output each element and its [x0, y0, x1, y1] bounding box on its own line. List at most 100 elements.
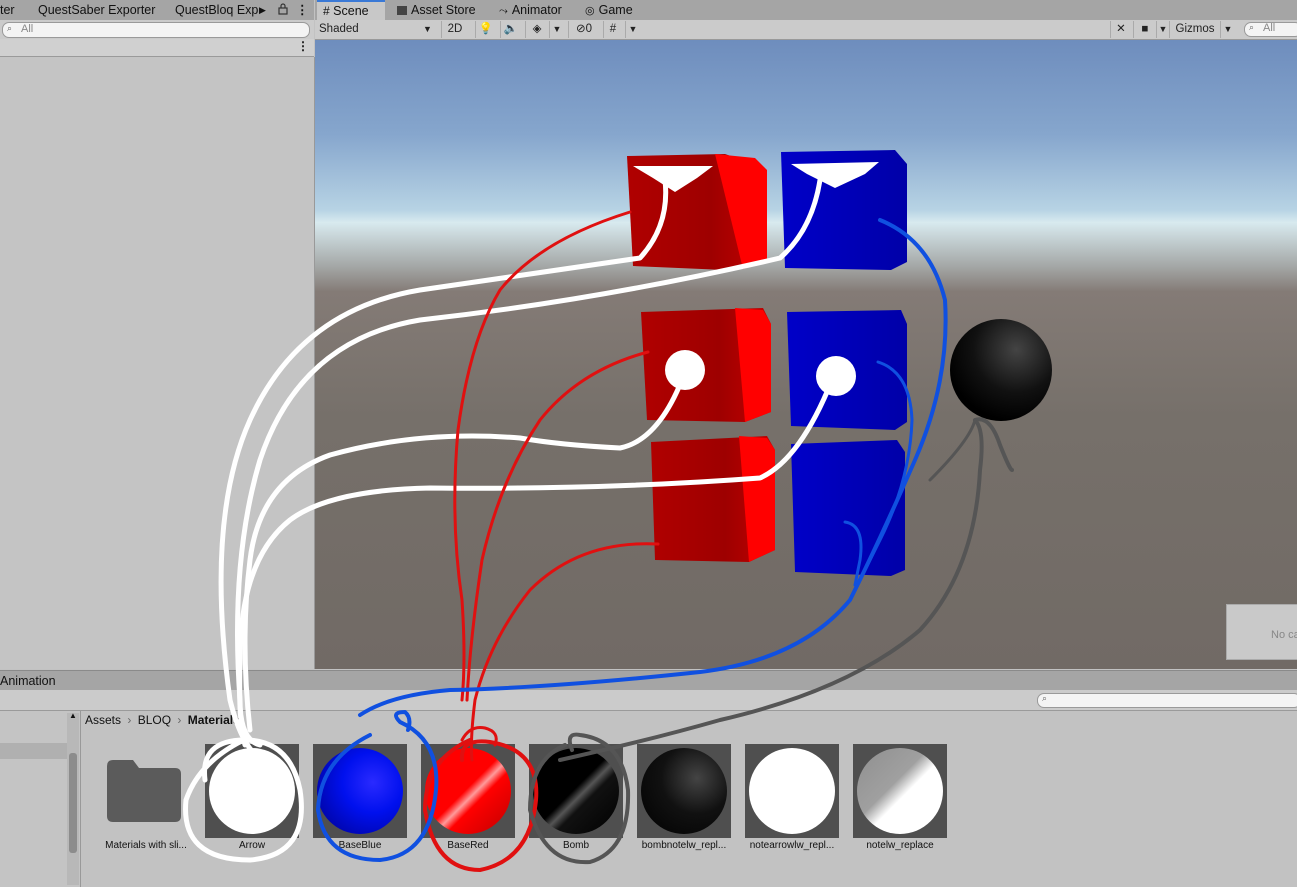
red-plain-block[interactable]: [651, 436, 775, 562]
breadcrumb-materials[interactable]: Materials: [188, 713, 240, 727]
hierarchy-panel: [0, 57, 315, 669]
red-dot-block[interactable]: [641, 308, 771, 422]
bottom-tab-bar: Animation: [0, 670, 1297, 691]
hidden-count: 0: [585, 23, 593, 35]
shading-mode-dropdown[interactable]: Shaded ▼: [315, 21, 439, 38]
material-thumbnail: [529, 744, 623, 838]
breadcrumb-bloq[interactable]: BLOQ: [138, 713, 171, 727]
asset-label: notelw_replace: [866, 840, 934, 851]
gizmos-label: Gizmos: [1175, 23, 1215, 35]
hierarchy-tab-bar: ter QuestSaber Exporter QuestBloq Exp ▶ …: [0, 0, 314, 21]
project-search-input[interactable]: ⌕: [1037, 693, 1297, 708]
blue-dot-block[interactable]: [787, 310, 907, 430]
material-preview-sphere: [209, 748, 295, 834]
grid-dropdown-icon[interactable]: ▼: [625, 21, 640, 38]
tab-asset-store[interactable]: Asset Store: [397, 0, 476, 20]
scene-visibility-toggle[interactable]: ⊘0: [568, 21, 599, 38]
lock-icon[interactable]: [278, 3, 288, 18]
folder-icon: [107, 760, 181, 822]
camera-icon[interactable]: ■: [1133, 21, 1156, 38]
tab-game-label: Game: [598, 3, 633, 17]
bomb-sphere[interactable]: [950, 319, 1052, 421]
dot-icon: [816, 356, 856, 396]
tab-animator-label: Animator: [511, 3, 562, 17]
asset-label: Materials with sli...: [105, 840, 187, 851]
red-arrow-block[interactable]: [627, 154, 767, 270]
material-thumbnail: [745, 744, 839, 838]
tab-animator[interactable]: ⤳ Animator: [499, 0, 562, 20]
tab-scene-label: Scene: [333, 4, 369, 18]
breadcrumb: Assets › BLOQ › Materials: [85, 713, 240, 729]
hidden-eye-icon: ⊘: [575, 23, 586, 35]
asset-label: BaseRed: [447, 840, 489, 851]
asset-label: Bomb: [562, 840, 590, 851]
breadcrumb-assets[interactable]: Assets: [85, 713, 121, 727]
breadcrumb-separator-icon: ›: [127, 713, 132, 727]
material-preview-sphere: [533, 748, 619, 834]
folder-tree-selected-row[interactable]: [0, 743, 67, 759]
material-preview-sphere: [857, 748, 943, 834]
tab-exporter-partial[interactable]: ter: [0, 3, 15, 17]
chevron-down-icon: ▼: [423, 24, 432, 34]
effects-icon[interactable]: ◈: [525, 21, 548, 38]
scene-viewport[interactable]: [315, 40, 1297, 669]
animator-icon: ⤳: [499, 5, 508, 17]
project-toolbar: ⌕: [0, 690, 1297, 711]
toggle-2d-button[interactable]: 2D: [441, 21, 468, 38]
material-preview-sphere: [317, 748, 403, 834]
search-placeholder: All: [21, 23, 34, 35]
tools-icon[interactable]: ✕: [1110, 21, 1131, 38]
no-camera-overlay: No ca: [1226, 604, 1297, 660]
tab-scene[interactable]: # Scene: [317, 0, 385, 20]
scene-tab-bar: # Scene Asset Store ⤳ Animator ◎ Game: [315, 0, 1297, 21]
material-thumbnail: [853, 744, 947, 838]
audio-icon[interactable]: 🔈: [500, 21, 521, 38]
scroll-up-icon[interactable]: ▲: [69, 711, 77, 720]
folder-tree-scrollbar[interactable]: ▲: [67, 711, 79, 885]
asset-label: notearrowlw_repl...: [749, 840, 835, 851]
tab-questsaber-exporter[interactable]: QuestSaber Exporter: [38, 3, 155, 17]
scene-search-placeholder: All: [1263, 22, 1276, 34]
blue-plain-block[interactable]: [791, 440, 905, 576]
gamepad-icon: ◎: [585, 5, 595, 17]
shading-mode-label: Shaded: [319, 23, 359, 35]
lighting-icon[interactable]: 💡: [475, 21, 496, 38]
material-thumbnail: [637, 744, 731, 838]
gizmos-dropdown-icon[interactable]: ▼: [1220, 21, 1235, 38]
panel-menu-icon[interactable]: ⋮: [296, 2, 309, 17]
asset-label: bombnotelw_repl...: [641, 840, 727, 851]
hierarchy-search-input[interactable]: ⌕ All: [2, 22, 310, 38]
material-thumbnail: [421, 744, 515, 838]
tab-questbloq-exporter[interactable]: QuestBloq Exp: [175, 3, 258, 17]
material-preview-sphere: [425, 748, 511, 834]
gizmos-button[interactable]: Gizmos: [1169, 21, 1220, 38]
grid-snap-icon[interactable]: #: [603, 21, 622, 38]
scene-search-input[interactable]: ⌕ All: [1244, 22, 1297, 37]
material-preview-sphere: [749, 748, 835, 834]
no-camera-text: No ca: [1271, 629, 1297, 641]
hierarchy-menu-icon[interactable]: ⋮: [297, 39, 309, 53]
material-thumbnail: [313, 744, 407, 838]
material-thumbnail: [205, 744, 299, 838]
tab-asset-store-label: Asset Store: [411, 3, 476, 17]
camera-dropdown-icon[interactable]: ▼: [1156, 21, 1169, 38]
breadcrumb-separator-icon: ›: [177, 713, 182, 727]
hierarchy-search-row: ⌕ All: [0, 20, 314, 39]
tab-scroll-right-icon[interactable]: ▶: [259, 5, 266, 16]
store-icon: [397, 6, 407, 15]
scrollbar-thumb[interactable]: [69, 753, 77, 853]
toggle-2d-label: 2D: [447, 23, 463, 35]
blue-arrow-block[interactable]: [781, 150, 907, 270]
search-icon: ⌕: [1042, 693, 1048, 703]
material-preview-sphere: [641, 748, 727, 834]
asset-label: BaseBlue: [338, 840, 382, 851]
scene-toolbar: Shaded ▼ 2D 💡 🔈 ◈ ▼ ⊘0 # ▼ ✕ ■ ▼ Gizmos …: [315, 20, 1297, 40]
search-icon: ⌕: [7, 23, 13, 33]
asset-label: Arrow: [238, 840, 266, 851]
search-icon: ⌕: [1249, 22, 1255, 32]
effects-dropdown-icon[interactable]: ▼: [549, 21, 564, 38]
dot-icon: [665, 350, 705, 390]
grid-icon: #: [323, 4, 330, 18]
tab-animation[interactable]: Animation: [0, 674, 56, 688]
tab-game[interactable]: ◎ Game: [585, 0, 633, 20]
